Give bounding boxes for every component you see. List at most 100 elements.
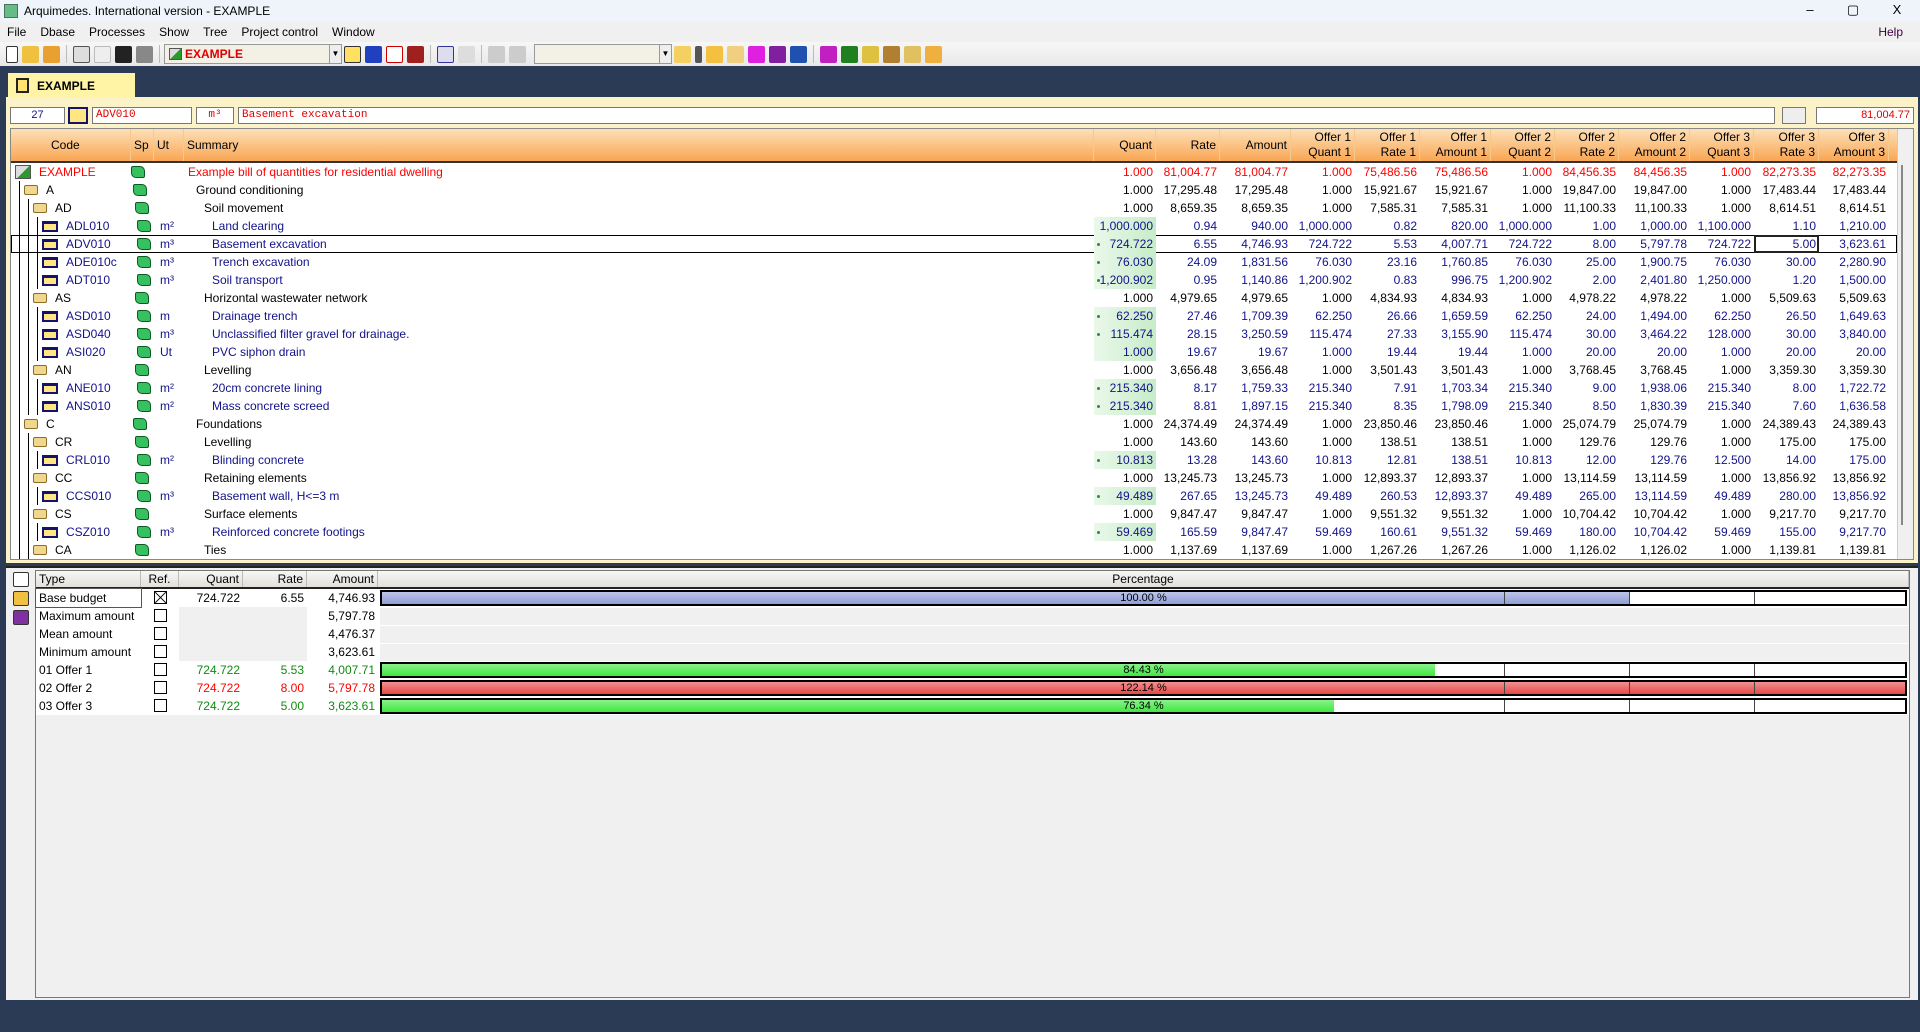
- value-cell[interactable]: 13,856.92: [1819, 469, 1889, 487]
- value-cell[interactable]: 7,585.31: [1420, 199, 1491, 217]
- value-cell[interactable]: 8.00: [1754, 379, 1819, 397]
- redo-icon[interactable]: [94, 45, 111, 63]
- table-row[interactable]: ANS010 m² Mass concrete screed 215.340 8.81 1…: [11, 397, 1897, 415]
- chart-icon[interactable]: [458, 45, 475, 63]
- value-cell[interactable]: 1.00: [1555, 217, 1619, 235]
- value-cell[interactable]: 1,798.09: [1420, 397, 1491, 415]
- tree-cell[interactable]: CSZ010: [11, 523, 131, 541]
- sp-cell[interactable]: [131, 415, 154, 433]
- value-cell[interactable]: 1,659.59: [1420, 307, 1491, 325]
- item-icon[interactable]: [42, 490, 58, 502]
- specification-icon[interactable]: [137, 454, 151, 466]
- unit-field[interactable]: m³: [196, 107, 234, 124]
- value-cell[interactable]: 49.489: [1291, 487, 1355, 505]
- value-cell[interactable]: 7.60: [1754, 397, 1819, 415]
- sp-cell[interactable]: [131, 325, 154, 343]
- value-cell[interactable]: 28.15: [1156, 325, 1220, 343]
- table-row[interactable]: ASI020 Ut PVC siphon drain 1.000 19.67 19.67 1…: [11, 343, 1897, 361]
- specification-icon[interactable]: [674, 45, 691, 63]
- value-cell[interactable]: 5.00: [1754, 235, 1819, 253]
- comparison-row[interactable]: Maximum amount 5,797.78: [36, 607, 1909, 625]
- value-cell[interactable]: 215.340: [1491, 379, 1555, 397]
- value-cell[interactable]: 1.000: [1690, 541, 1754, 559]
- specification-icon[interactable]: [131, 166, 145, 178]
- sp-cell[interactable]: [131, 235, 154, 253]
- tree-cell[interactable]: AD: [11, 199, 131, 217]
- comparison-row[interactable]: 02 Offer 2 724.722 8.00 5,797.78 122.14 %: [36, 679, 1909, 697]
- value-cell[interactable]: 6.55: [1156, 235, 1220, 253]
- item-icon[interactable]: [42, 274, 58, 286]
- tree-cell[interactable]: EXAMPLE: [11, 163, 131, 181]
- value-cell[interactable]: 23,850.46: [1355, 415, 1420, 433]
- value-cell[interactable]: 25,074.79: [1555, 415, 1619, 433]
- value-cell[interactable]: 2.00: [1555, 271, 1619, 289]
- value-cell[interactable]: 13,245.73: [1220, 469, 1291, 487]
- ref-cell[interactable]: [141, 607, 179, 625]
- specification-icon[interactable]: [135, 364, 149, 376]
- folder-icon[interactable]: [33, 293, 47, 303]
- value-cell[interactable]: 1,140.86: [1220, 271, 1291, 289]
- item-icon[interactable]: [42, 346, 58, 358]
- value-cell[interactable]: 1,126.02: [1555, 541, 1619, 559]
- table-row[interactable]: ASD010 m Drainage trench 62.250 27.46 1,709.3…: [11, 307, 1897, 325]
- value-cell[interactable]: 19.44: [1420, 343, 1491, 361]
- value-cell[interactable]: 19,847.00: [1619, 181, 1690, 199]
- value-cell[interactable]: 9,551.32: [1420, 523, 1491, 541]
- value-cell[interactable]: 8,614.51: [1819, 199, 1889, 217]
- value-cell[interactable]: 59.469: [1491, 523, 1555, 541]
- item-icon[interactable]: [42, 310, 58, 322]
- value-cell[interactable]: 8.81: [1156, 397, 1220, 415]
- value-cell[interactable]: 1.000: [1690, 289, 1754, 307]
- value-cell[interactable]: 1.000: [1690, 361, 1754, 379]
- item-icon[interactable]: [42, 220, 58, 232]
- import-icon[interactable]: [862, 45, 879, 63]
- project-icon[interactable]: [15, 165, 31, 179]
- header-amount-[interactable]: Amount: [1220, 129, 1291, 161]
- value-cell[interactable]: 30.00: [1555, 325, 1619, 343]
- value-cell[interactable]: 280.00: [1754, 487, 1819, 505]
- value-cell[interactable]: 9.00: [1555, 379, 1619, 397]
- scrollbar-thumb[interactable]: [1901, 165, 1910, 525]
- value-cell[interactable]: 1.000: [1690, 505, 1754, 523]
- header-offer-1-amount-1[interactable]: Offer 1 Amount 1: [1420, 129, 1491, 161]
- value-cell[interactable]: 3,501.43: [1420, 361, 1491, 379]
- specification-icon[interactable]: [137, 382, 151, 394]
- value-cell[interactable]: 1.000: [1291, 199, 1355, 217]
- sp-cell[interactable]: [131, 433, 154, 451]
- value-cell[interactable]: 27.46: [1156, 307, 1220, 325]
- value-cell[interactable]: 9,217.70: [1819, 523, 1889, 541]
- value-cell[interactable]: 1.000: [1094, 433, 1156, 451]
- menu-processes[interactable]: Processes: [82, 25, 152, 39]
- item-icon[interactable]: [42, 256, 58, 268]
- value-cell[interactable]: 138.51: [1420, 433, 1491, 451]
- specification-icon[interactable]: [133, 184, 147, 196]
- value-cell[interactable]: 10.813: [1291, 451, 1355, 469]
- value-cell[interactable]: 24.09: [1156, 253, 1220, 271]
- value-cell[interactable]: 24,389.43: [1754, 415, 1819, 433]
- value-cell[interactable]: 7.91: [1355, 379, 1420, 397]
- value-cell[interactable]: 1.000: [1094, 199, 1156, 217]
- value-cell[interactable]: 62.250: [1491, 307, 1555, 325]
- value-cell[interactable]: 1.000: [1491, 163, 1555, 181]
- value-cell[interactable]: 215.340: [1291, 379, 1355, 397]
- value-cell[interactable]: 1.000: [1690, 199, 1754, 217]
- value-cell[interactable]: 10.813: [1094, 451, 1156, 469]
- save-icon[interactable]: [115, 45, 132, 63]
- value-cell[interactable]: 143.60: [1220, 451, 1291, 469]
- value-cell[interactable]: 165.59: [1156, 523, 1220, 541]
- value-cell[interactable]: 1,200.902: [1094, 271, 1156, 289]
- value-cell[interactable]: 215.340: [1291, 397, 1355, 415]
- add-item-icon[interactable]: [365, 45, 382, 63]
- specification-icon[interactable]: [137, 238, 151, 250]
- menu-project-control[interactable]: Project control: [234, 25, 325, 39]
- table-row[interactable]: ADT010 m³ Soil transport 1,200.902 0.95 1,140…: [11, 271, 1897, 289]
- value-cell[interactable]: 1,000.000: [1291, 217, 1355, 235]
- item-type-icon[interactable]: [68, 107, 88, 124]
- value-cell[interactable]: 24,374.49: [1156, 415, 1220, 433]
- tree-cell[interactable]: ANE010: [11, 379, 131, 397]
- value-cell[interactable]: 12,893.37: [1420, 469, 1491, 487]
- value-cell[interactable]: 9,847.47: [1220, 505, 1291, 523]
- sp-cell[interactable]: [131, 181, 154, 199]
- secondary-combo[interactable]: ▼: [534, 44, 672, 64]
- value-cell[interactable]: 3,359.30: [1819, 361, 1889, 379]
